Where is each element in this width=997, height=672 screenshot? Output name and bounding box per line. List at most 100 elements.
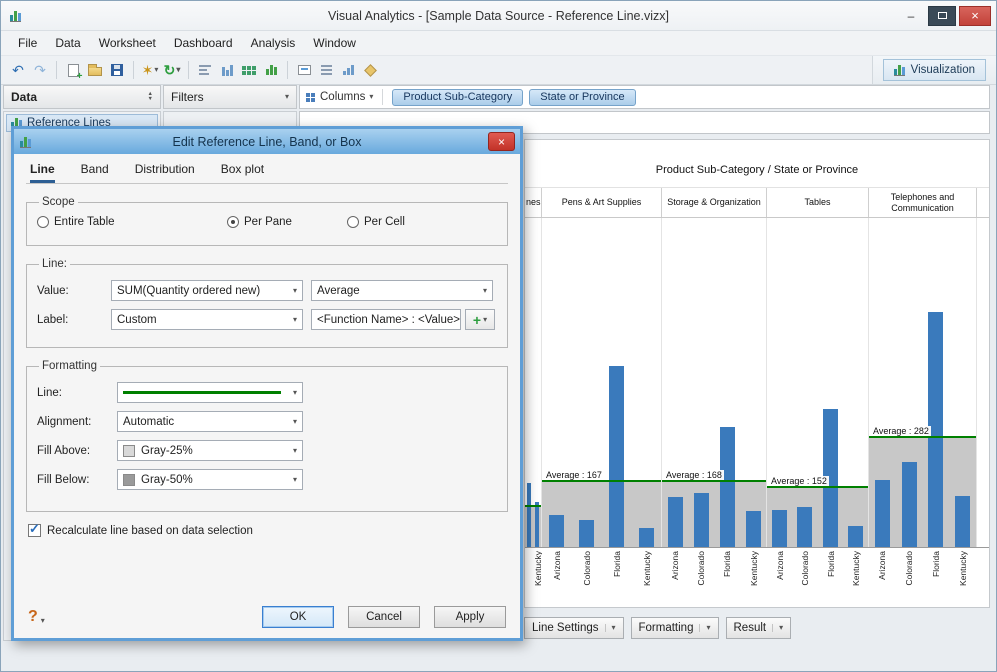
bar[interactable]: [955, 496, 970, 547]
tag-icon[interactable]: [360, 59, 380, 81]
save-icon[interactable]: [107, 59, 127, 81]
chevron-down-icon: ▾: [483, 316, 487, 324]
alignment-select[interactable]: Automatic ▾: [117, 411, 303, 432]
pane-header: Tables: [767, 188, 869, 217]
reference-line-label[interactable]: Average : 152: [769, 476, 829, 486]
bar[interactable]: [579, 520, 594, 547]
radio-per-pane[interactable]: Per Pane: [227, 216, 347, 228]
data-panel-title: Data: [11, 90, 37, 104]
menu-dashboard[interactable]: Dashboard: [165, 33, 242, 53]
bar[interactable]: [535, 502, 540, 547]
reference-line[interactable]: [767, 486, 868, 488]
reference-line[interactable]: [662, 480, 766, 482]
tab-band[interactable]: Band: [81, 162, 109, 183]
dialog-close-button[interactable]: ×: [488, 132, 515, 151]
bar[interactable]: [694, 493, 709, 547]
menu-file[interactable]: File: [9, 33, 46, 53]
bar[interactable]: [720, 427, 735, 547]
close-button[interactable]: ×: [959, 6, 991, 26]
bar[interactable]: [527, 483, 532, 547]
apply-button[interactable]: Apply: [434, 606, 506, 628]
fill-above-select[interactable]: Gray-25% ▾: [117, 440, 303, 461]
minimize-button[interactable]: –: [897, 6, 925, 26]
tab-distribution[interactable]: Distribution: [135, 162, 195, 183]
bar[interactable]: [549, 515, 564, 547]
columns-label: Columns: [320, 91, 365, 103]
value-label: Value:: [37, 285, 111, 297]
x-axis-label: Kentucky: [534, 551, 543, 586]
details-panel-icon[interactable]: [316, 59, 336, 81]
bar[interactable]: [639, 528, 654, 547]
maximize-button[interactable]: [928, 6, 956, 26]
bar[interactable]: [875, 480, 890, 547]
label-format-input[interactable]: <Function Name> : <Value>: [311, 309, 461, 330]
visualization-toggle-button[interactable]: Visualization: [883, 59, 986, 81]
bar[interactable]: [746, 511, 761, 547]
formatting-button[interactable]: Formatting ▾: [631, 617, 719, 639]
add-data-table-icon[interactable]: [239, 59, 259, 81]
bar[interactable]: [848, 526, 863, 547]
radio-circle-icon: [37, 216, 49, 228]
help-icon: ?: [28, 609, 38, 625]
aggregation-select[interactable]: Average ▾: [311, 280, 493, 301]
undo-icon[interactable]: ↶: [8, 59, 28, 81]
menu-window[interactable]: Window: [304, 33, 365, 53]
value-select[interactable]: SUM(Quantity ordered new) ▾: [111, 280, 303, 301]
result-button[interactable]: Result ▾: [726, 617, 792, 639]
help-button[interactable]: ? ▾: [28, 609, 45, 625]
scope-legend: Scope: [39, 196, 78, 208]
insert-columns-icon[interactable]: [217, 59, 237, 81]
filters-panel-header[interactable]: Filters ▾: [163, 85, 297, 109]
x-axis: KentuckyArizonaColoradoFloridaKentuckyAr…: [525, 548, 989, 608]
recalculate-checkbox[interactable]: ✓: [28, 524, 41, 537]
tab-line[interactable]: Line: [30, 162, 55, 183]
chevron-down-icon: ▾: [289, 447, 297, 455]
reference-line[interactable]: [542, 480, 661, 482]
menu-analysis[interactable]: Analysis: [242, 33, 305, 53]
bar[interactable]: [797, 507, 812, 547]
column-pill-state-or-province[interactable]: State or Province: [529, 89, 635, 106]
data-panel-spinner[interactable]: ▲▼: [148, 92, 153, 103]
bar[interactable]: [609, 366, 624, 547]
radio-label: Per Cell: [364, 216, 405, 228]
visualization-bottom-bar: Line Settings ▾ Formatting ▾ Result ▾: [524, 615, 990, 641]
open-icon[interactable]: [85, 59, 105, 81]
gray-25-swatch-icon: [123, 445, 135, 457]
line-settings-button[interactable]: Line Settings ▾: [524, 617, 624, 639]
new-analysis-icon[interactable]: [63, 59, 83, 81]
reference-line[interactable]: [869, 436, 976, 438]
menu-data[interactable]: Data: [46, 33, 89, 53]
radio-entire-table[interactable]: Entire Table: [37, 216, 227, 228]
reference-line[interactable]: [525, 505, 541, 507]
tab-box-plot[interactable]: Box plot: [221, 162, 264, 183]
add-token-button[interactable]: + ▾: [465, 309, 495, 330]
insert-rows-icon[interactable]: [195, 59, 215, 81]
column-pill-product-sub-category[interactable]: Product Sub-Category: [392, 89, 523, 106]
data-panel-header[interactable]: Data ▲▼: [3, 85, 161, 109]
fill-below-select[interactable]: Gray-50% ▾: [117, 469, 303, 490]
reference-line-label[interactable]: Average : 168: [664, 470, 724, 480]
redo-icon[interactable]: ↷: [30, 59, 50, 81]
menu-worksheet[interactable]: Worksheet: [90, 33, 165, 53]
add-relation-icon[interactable]: [261, 59, 281, 81]
bar[interactable]: [772, 510, 787, 547]
label-select[interactable]: Custom ▾: [111, 309, 303, 330]
line-style-select[interactable]: ▾: [117, 382, 303, 403]
reference-line-label[interactable]: Average : 282: [871, 426, 931, 436]
visualization-canvas: Product Sub-Category / State or Province…: [524, 139, 990, 608]
sort-panel-icon[interactable]: [338, 59, 358, 81]
bar[interactable]: [902, 462, 917, 547]
chart-title: Product Sub-Category / State or Province: [525, 164, 989, 178]
reload-data-icon[interactable]: ↻▾: [162, 59, 182, 81]
reference-line-label[interactable]: Average : 167: [544, 470, 604, 480]
pane-header: Pens & Art Supplies: [542, 188, 662, 217]
bar[interactable]: [668, 497, 683, 547]
recommend-visualization-icon[interactable]: ✶▾: [140, 59, 160, 81]
cancel-button[interactable]: Cancel: [348, 606, 420, 628]
radio-per-cell[interactable]: Per Cell: [347, 216, 405, 228]
chevron-down-icon[interactable]: ▾: [369, 93, 373, 101]
filters-panel-icon[interactable]: [294, 59, 314, 81]
chevron-down-icon: ▾: [289, 418, 297, 426]
ok-button[interactable]: OK: [262, 606, 334, 628]
recalculate-checkbox-label: Recalculate line based on data selection: [47, 525, 253, 537]
